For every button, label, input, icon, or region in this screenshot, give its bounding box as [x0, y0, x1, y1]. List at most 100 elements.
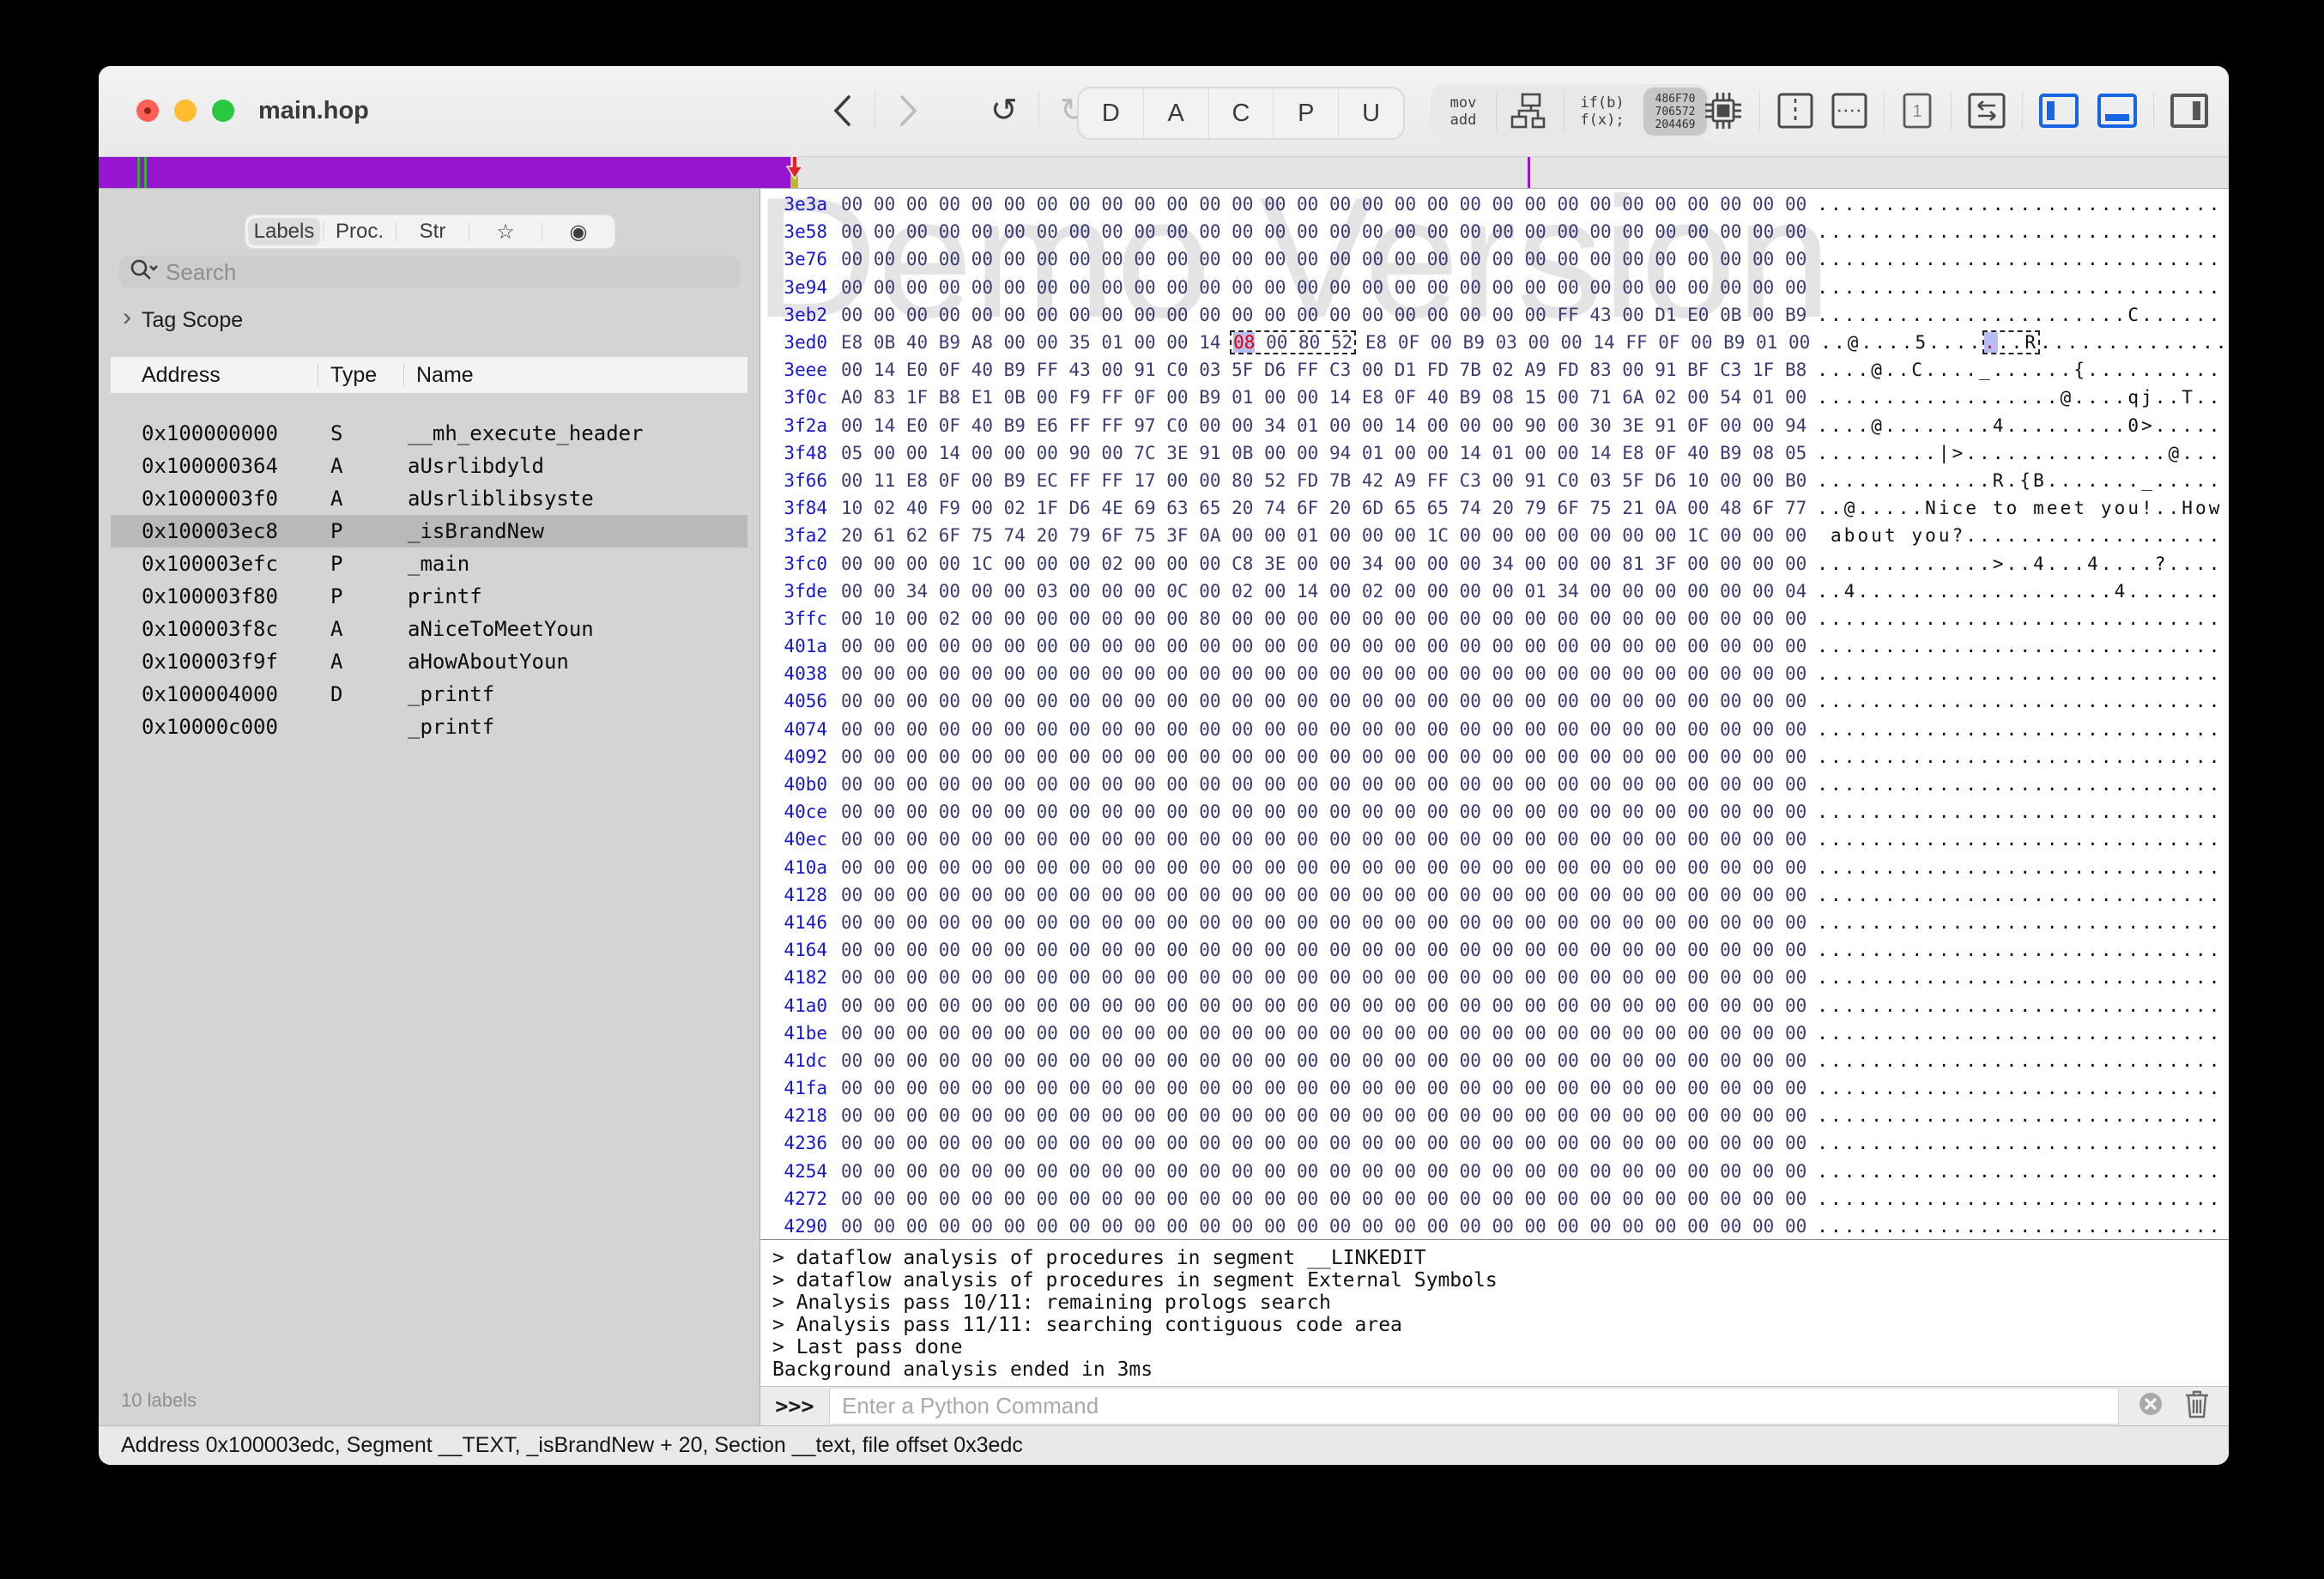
split-vertical-icon[interactable]	[1776, 91, 1815, 130]
column-header-type[interactable]: Type	[318, 363, 403, 387]
hex-address: 4290	[784, 1216, 827, 1237]
hex-row-40ec[interactable]: 40ec 00 00 00 00 00 00 00 00 00 00 00 00 …	[760, 826, 2229, 853]
hex-row-4182[interactable]: 4182 00 00 00 00 00 00 00 00 00 00 00 00 …	[760, 964, 2229, 991]
hex-row-3f84[interactable]: 3f84 10 02 40 F9 00 02 1F D6 4E 69 63 65 …	[760, 494, 2229, 522]
hex-row-40ce[interactable]: 40ce 00 00 00 00 00 00 00 00 00 00 00 00 …	[760, 798, 2229, 826]
toolbar-separator	[2022, 91, 2023, 130]
hex-mode-button[interactable]: 486F70 706572 204469	[1643, 88, 1707, 136]
mode-button-P[interactable]: P	[1273, 88, 1338, 138]
mode-button-C[interactable]: C	[1207, 88, 1274, 138]
hex-row-41a0[interactable]: 41a0 00 00 00 00 00 00 00 00 00 00 00 00 …	[760, 991, 2229, 1019]
undo-icon[interactable]: ↺	[990, 94, 1018, 127]
hex-row-3e58[interactable]: 3e58 00 00 00 00 00 00 00 00 00 00 00 00 …	[760, 218, 2229, 245]
cpu-icon[interactable]	[1702, 89, 1745, 132]
cell-type: S	[330, 421, 343, 445]
hex-row-401a[interactable]: 401a 00 00 00 00 00 00 00 00 00 00 00 00 …	[760, 632, 2229, 660]
hex-row-4218[interactable]: 4218 00 00 00 00 00 00 00 00 00 00 00 00 …	[760, 1102, 2229, 1129]
mode-button-A[interactable]: A	[1142, 88, 1208, 138]
clear-console-icon[interactable]	[2137, 1390, 2164, 1422]
sidebar-tab-1[interactable]: Proc.	[324, 215, 396, 248]
bottom-panel-toggle-icon[interactable]	[2096, 92, 2139, 130]
hex-address: 41dc	[784, 1050, 827, 1071]
hex-row-410a[interactable]: 410a 00 00 00 00 00 00 00 00 00 00 00 00 …	[760, 854, 2229, 881]
sidebar-tab-0[interactable]: Labels	[248, 218, 320, 245]
disclosure-chevron-icon[interactable]: ›	[123, 305, 131, 330]
mode-button-U[interactable]: U	[1338, 88, 1403, 138]
hex-row-3e94[interactable]: 3e94 00 00 00 00 00 00 00 00 00 00 00 00 …	[760, 274, 2229, 301]
hex-row-4038[interactable]: 4038 00 00 00 00 00 00 00 00 00 00 00 00 …	[760, 660, 2229, 687]
hex-row-4236[interactable]: 4236 00 00 00 00 00 00 00 00 00 00 00 00 …	[760, 1129, 2229, 1157]
table-row[interactable]: 0x100000000 S __mh_execute_header	[111, 417, 747, 450]
minimize-button[interactable]	[174, 100, 197, 122]
hex-row-3ed0[interactable]: 3ed0 E8 0B 40 B9 A8 00 00 35 01 00 00 14 …	[760, 329, 2229, 356]
python-command-input[interactable]: Enter a Python Command	[829, 1388, 2119, 1425]
forward-icon[interactable]	[896, 92, 920, 130]
hex-address: 3f48	[784, 442, 827, 463]
hex-row-4146[interactable]: 4146 00 00 00 00 00 00 00 00 00 00 00 00 …	[760, 909, 2229, 936]
binary-navigation-bar[interactable]	[99, 155, 2229, 189]
hex-row-41fa[interactable]: 41fa 00 00 00 00 00 00 00 00 00 00 00 00 …	[760, 1074, 2229, 1102]
table-row[interactable]: 0x100003f80 Pprintf	[111, 580, 747, 613]
search-input[interactable]: Search	[119, 256, 741, 288]
close-button[interactable]	[136, 100, 159, 122]
single-pane-icon[interactable]: 1	[1899, 91, 1935, 130]
trash-icon[interactable]	[2183, 1388, 2211, 1424]
zoom-button[interactable]	[212, 100, 234, 122]
table-row[interactable]: 0x1000003f0 AaUsrliblibsyste	[111, 482, 747, 515]
hex-row-40b0[interactable]: 40b0 00 00 00 00 00 00 00 00 00 00 00 00 …	[760, 771, 2229, 798]
hex-row-3ffc[interactable]: 3ffc 00 10 00 02 00 00 00 00 00 00 00 80 …	[760, 605, 2229, 632]
table-row[interactable]: 0x100004000 D _printf	[111, 678, 747, 711]
hex-row-3f2a[interactable]: 3f2a 00 14 E0 0F 40 B9 E6 FF FF 97 C0 00 …	[760, 412, 2229, 439]
tag-scope-row[interactable]: › Tag Scope	[123, 305, 243, 333]
hex-row-3fa2[interactable]: 3fa2 20 61 62 6F 75 74 20 79 6F 75 3F 0A …	[760, 522, 2229, 549]
sidebar-tab-2[interactable]: Str	[396, 215, 469, 248]
selected-ascii-char[interactable]: .	[1984, 332, 1998, 354]
sidebar-tab-3[interactable]: ☆	[469, 215, 542, 248]
selected-byte[interactable]: 08	[1233, 332, 1256, 354]
hex-row-41dc[interactable]: 41dc 00 00 00 00 00 00 00 00 00 00 00 00 …	[760, 1047, 2229, 1074]
split-horizontal-icon[interactable]	[1830, 91, 1869, 130]
hex-ascii: ..............................	[1817, 221, 2223, 243]
hex-row-4074[interactable]: 4074 00 00 00 00 00 00 00 00 00 00 00 00 …	[760, 716, 2229, 743]
right-panel-toggle-icon[interactable]	[2169, 92, 2210, 130]
main-content: Demo Version 3e3a 00 00 00 00 00 00 00 00…	[760, 189, 2229, 1425]
hex-row-41be[interactable]: 41be 00 00 00 00 00 00 00 00 00 00 00 00 …	[760, 1019, 2229, 1047]
graph-view-icon[interactable]	[1497, 92, 1564, 131]
table-row[interactable]: 0x100003f9f AaHowAboutYoun	[111, 645, 747, 678]
hex-row-3f66[interactable]: 3f66 00 11 E8 0F 00 B9 EC FF FF 17 00 00 …	[760, 467, 2229, 494]
pseudocode-mode-button[interactable]: if(b) f(x);	[1564, 94, 1640, 129]
sidebar-tab-4[interactable]: ◉	[542, 215, 614, 248]
hex-row-3fc0[interactable]: 3fc0 00 00 00 00 1C 00 00 00 02 00 00 00 …	[760, 549, 2229, 577]
mode-button-D[interactable]: D	[1079, 88, 1143, 138]
table-row[interactable]: 0x100003ec8 P _isBrandNew	[111, 515, 747, 548]
hex-row-3fde[interactable]: 3fde 00 00 34 00 00 00 03 00 00 00 0C 00 …	[760, 578, 2229, 605]
hex-row-4092[interactable]: 4092 00 00 00 00 00 00 00 00 00 00 00 00 …	[760, 743, 2229, 771]
hex-row-3f48[interactable]: 3f48 05 00 00 14 00 00 00 90 00 7C 3E 91 …	[760, 439, 2229, 467]
left-panel-toggle-icon[interactable]	[2037, 92, 2080, 130]
column-header-name[interactable]: Name	[403, 363, 747, 387]
hex-row-3f0c[interactable]: 3f0c A0 83 1F B8 E1 0B 00 F9 FF 0F 00 B9 …	[760, 384, 2229, 411]
table-row[interactable]: 0x100000364 AaUsrlibdyld	[111, 450, 747, 482]
hex-address: 3f0c	[784, 387, 827, 408]
hex-row-4272[interactable]: 4272 00 00 00 00 00 00 00 00 00 00 00 00 …	[760, 1185, 2229, 1213]
table-row[interactable]: 0x100003f8c AaNiceToMeetYoun	[111, 613, 747, 645]
hex-row-4254[interactable]: 4254 00 00 00 00 00 00 00 00 00 00 00 00 …	[760, 1158, 2229, 1185]
back-icon[interactable]	[830, 92, 854, 130]
toolbar-separator	[2152, 91, 2154, 130]
hex-row-3eee[interactable]: 3eee 00 14 E0 0F 40 B9 FF 43 00 91 C0 03 …	[760, 356, 2229, 384]
hex-row-3e76[interactable]: 3e76 00 00 00 00 00 00 00 00 00 00 00 00 …	[760, 245, 2229, 273]
hex-row-4164[interactable]: 4164 00 00 00 00 00 00 00 00 00 00 00 00 …	[760, 936, 2229, 964]
hex-row-3e3a[interactable]: 3e3a 00 00 00 00 00 00 00 00 00 00 00 00 …	[760, 191, 2229, 218]
swap-arrows-icon[interactable]	[1966, 91, 2007, 130]
hex-address: 4272	[784, 1188, 827, 1209]
column-header-address[interactable]: Address	[111, 363, 318, 387]
assembly-mode-button[interactable]: mov add	[1431, 94, 1496, 129]
hex-row-4290[interactable]: 4290 00 00 00 00 00 00 00 00 00 00 00 00 …	[760, 1213, 2229, 1240]
hex-row-3eb2[interactable]: 3eb2 00 00 00 00 00 00 00 00 00 00 00 00 …	[760, 301, 2229, 329]
hex-row-4056[interactable]: 4056 00 00 00 00 00 00 00 00 00 00 00 00 …	[760, 687, 2229, 715]
hex-row-4128[interactable]: 4128 00 00 00 00 00 00 00 00 00 00 00 00 …	[760, 881, 2229, 909]
table-row[interactable]: 0x10000c000 _printf	[111, 711, 747, 743]
table-row[interactable]: 0x100003efc P _main	[111, 548, 747, 580]
hex-editor-view[interactable]: Demo Version 3e3a 00 00 00 00 00 00 00 00…	[760, 189, 2229, 1240]
hex-bytes: E8 0B 40 B9 A8 00 00 35 01 00 00 14 08 0…	[841, 330, 1811, 355]
